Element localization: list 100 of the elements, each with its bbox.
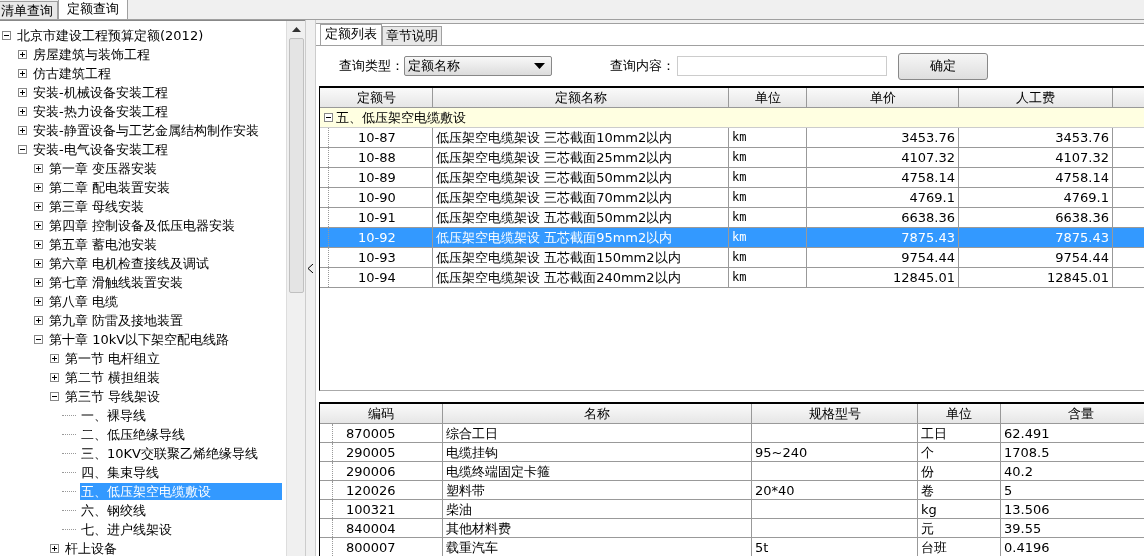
collapse-icon[interactable] — [50, 392, 59, 401]
tree-item[interactable]: 第一节 电杆组立 — [64, 350, 162, 367]
expand-icon[interactable] — [34, 202, 43, 211]
confirm-button[interactable]: 确定 — [898, 52, 988, 80]
tree-item[interactable]: 三、10KV交联聚乙烯绝缘导线 — [80, 445, 259, 462]
tree-item[interactable]: 第八章 电缆 — [48, 293, 120, 310]
tab[interactable]: 定额列表 — [320, 24, 382, 45]
table-cell-text: 10-88 — [357, 149, 396, 167]
expand-icon[interactable] — [18, 126, 27, 135]
tree-line — [62, 452, 76, 455]
tree-item[interactable]: 六、钢绞线 — [80, 502, 147, 519]
search-field[interactable] — [677, 56, 887, 76]
table-cell: 3453.76 — [807, 128, 959, 148]
column-header: 单位 — [918, 404, 1001, 424]
expand-icon[interactable] — [34, 221, 43, 230]
expand-icon[interactable] — [50, 373, 59, 382]
expand-icon[interactable] — [18, 88, 27, 97]
table-cell: 3453.76 — [959, 128, 1113, 148]
table-cell: 12845.01 — [807, 268, 959, 288]
expand-icon[interactable] — [34, 316, 43, 325]
table-cell-text: 840004 — [345, 519, 396, 537]
table-cell: 电缆挂钩 — [443, 443, 752, 462]
tab[interactable]: 清单查询 — [0, 1, 58, 19]
tree-item[interactable]: 仿古建筑工程 — [32, 65, 112, 82]
tree-item[interactable]: 第三章 母线安装 — [48, 198, 146, 215]
table-cell-text: 120026 — [345, 481, 396, 499]
tree-item[interactable]: 第七章 滑触线装置安装 — [48, 274, 185, 291]
table-row[interactable]: 10-89 低压架空电缆架设 三芯截面50mm2以内 km 4758.14 4758.14 — [320, 168, 1144, 188]
table-row[interactable]: 10-94 低压架空电缆架设 五芯截面240mm2以内 km 12845.01 12845.01 — [320, 268, 1144, 288]
tree-item[interactable]: 第十章 10kV以下架空配电线路 — [48, 331, 231, 348]
tree-line — [62, 528, 76, 531]
tree-item[interactable]: 第二章 配电装置安装 — [48, 179, 172, 196]
table-cell: 4107.32 — [807, 148, 959, 168]
column-header: 编码 — [320, 404, 443, 424]
table-row[interactable]: 10-87 低压架空电缆架设 三芯截面10mm2以内 km 3453.76 3453.76 — [320, 128, 1144, 148]
tab[interactable]: 定额查询 — [58, 0, 128, 19]
tree-item[interactable]: 北京市建设工程预算定额(2012) — [16, 27, 205, 44]
expand-icon[interactable] — [34, 278, 43, 287]
expand-icon[interactable] — [18, 50, 27, 59]
table-cell: 4769.1 — [959, 188, 1113, 208]
tree-item[interactable]: 第五章 蓄电池安装 — [48, 236, 159, 253]
collapse-icon[interactable] — [34, 335, 43, 344]
collapse-icon[interactable] — [18, 145, 27, 154]
table-cell: 9754.44 — [807, 248, 959, 268]
tab[interactable]: 章节说明 — [382, 26, 442, 45]
query-type-dropdown[interactable]: 定额名称 — [404, 56, 552, 76]
tree-item[interactable]: 安装-电气设备安装工程 — [32, 141, 169, 158]
table-cell: 5t — [752, 538, 918, 556]
table-cell: 4758.14 — [807, 168, 959, 188]
tree-item[interactable]: 第九章 防雷及接地装置 — [48, 312, 185, 329]
expand-icon[interactable] — [18, 107, 27, 116]
table-cell: 低压架空电缆架设 三芯截面25mm2以内 — [433, 148, 729, 168]
tree-item[interactable]: 杆上设备 — [64, 540, 118, 556]
tree-item[interactable]: 七、进户线架设 — [80, 521, 173, 538]
table-cell-text: 870005 — [345, 424, 396, 442]
tree-item[interactable]: 第二节 横担组装 — [64, 369, 162, 386]
expand-icon[interactable] — [34, 297, 43, 306]
scrollbar[interactable] — [286, 21, 305, 556]
table-cell: km — [729, 168, 807, 188]
table-cell: 62.491 — [1001, 424, 1144, 443]
tree-item[interactable]: 房屋建筑与装饰工程 — [32, 46, 151, 63]
table-row[interactable]: 10-88 低压架空电缆架设 三芯截面25mm2以内 km 4107.32 4107.32 — [320, 148, 1144, 168]
table-cell: 低压架空电缆架设 五芯截面150mm2以内 — [433, 248, 729, 268]
scrollbar-thumb[interactable] — [288, 38, 304, 293]
expand-icon[interactable] — [34, 183, 43, 192]
collapse-icon[interactable] — [324, 113, 333, 122]
tree-item[interactable]: 第一章 变压器安装 — [48, 160, 159, 177]
tree-item[interactable]: 四、集束导线 — [80, 464, 160, 481]
column-header: 定额号 — [320, 88, 433, 108]
collapse-icon[interactable] — [2, 31, 11, 40]
tree-item[interactable]: 第六章 电机检查接线及调试 — [48, 255, 211, 272]
tree-item[interactable]: 安装-热力设备安装工程 — [32, 103, 169, 120]
tree-item[interactable]: 第四章 控制设备及低压电器安装 — [48, 217, 237, 234]
table-cell: 柴油 — [443, 500, 752, 519]
table-cell: 低压架空电缆架设 三芯截面70mm2以内 — [433, 188, 729, 208]
table-cell: 份 — [918, 462, 1001, 481]
table-row[interactable]: 10-93 低压架空电缆架设 五芯截面150mm2以内 km 9754.44 9754.44 — [320, 248, 1144, 268]
table-cell-text: 800007 — [345, 538, 396, 556]
tree-item[interactable]: 一、裸导线 — [80, 407, 147, 424]
table-cell: 载重汽车 — [443, 538, 752, 556]
table-cell: 低压架空电缆架设 五芯截面95mm2以内 — [433, 228, 729, 248]
expand-icon[interactable] — [34, 240, 43, 249]
expand-icon[interactable] — [34, 164, 43, 173]
expand-icon[interactable] — [50, 354, 59, 363]
table-cell: 7875.43 — [807, 228, 959, 248]
tree-item[interactable]: 安装-静置设备与工艺金属结构制作安装 — [32, 122, 260, 139]
table-cell-text: 10-93 — [357, 249, 396, 267]
expand-icon[interactable] — [18, 69, 27, 78]
tree-item[interactable]: 第三节 导线架设 — [64, 388, 162, 405]
tree-line — [62, 433, 76, 436]
expand-icon[interactable] — [50, 544, 59, 553]
tree-item[interactable]: 安装-机械设备安装工程 — [32, 84, 169, 101]
table-cell: 综合工日 — [443, 424, 752, 443]
table-cell-text: 290006 — [345, 462, 396, 480]
tree-line — [62, 414, 76, 417]
tree-item[interactable]: 二、低压绝缘导线 — [80, 426, 186, 443]
table-cell: 工日 — [918, 424, 1001, 443]
table-row[interactable]: 10-90 低压架空电缆架设 三芯截面70mm2以内 km 4769.1 4769.1 — [320, 188, 1144, 208]
expand-icon[interactable] — [34, 259, 43, 268]
table-cell: 卷 — [918, 481, 1001, 500]
